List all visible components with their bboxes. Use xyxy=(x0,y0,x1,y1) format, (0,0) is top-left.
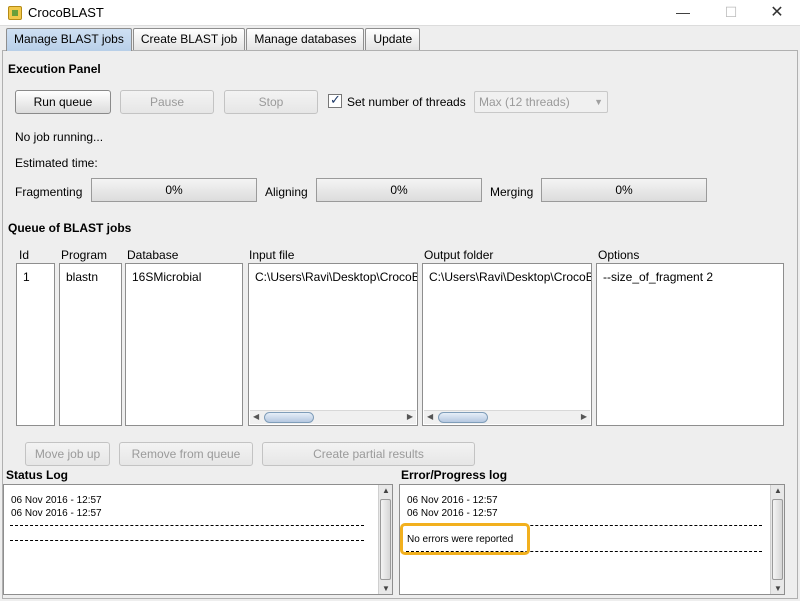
database-list[interactable]: 16SMicrobial xyxy=(125,263,243,426)
list-item-output-folder[interactable]: C:\Users\Ravi\Desktop\CrocoBLA xyxy=(429,270,591,284)
output-folder-list[interactable]: C:\Users\Ravi\Desktop\CrocoBLA ◀ ▶ xyxy=(422,263,592,426)
job-status-text: No job running... xyxy=(15,130,104,144)
execution-panel-heading: Execution Panel xyxy=(8,62,101,76)
highlight-annotation xyxy=(400,523,530,555)
merging-label: Merging xyxy=(490,185,534,199)
scroll-down-icon[interactable]: ▼ xyxy=(774,584,782,593)
output-folder-horizontal-scrollbar[interactable]: ◀ ▶ xyxy=(424,410,590,424)
scroll-left-icon[interactable]: ◀ xyxy=(253,412,259,421)
list-item-options[interactable]: --size_of_fragment 2 xyxy=(603,270,713,284)
aligning-progress-bar: 0% xyxy=(316,178,482,202)
tab-manage-databases[interactable]: Manage databases xyxy=(246,28,365,50)
threads-select-value: Max (12 threads) xyxy=(479,95,570,109)
crocoblast-app-icon xyxy=(8,6,22,20)
status-log-line: 06 Nov 2016 - 12:57 xyxy=(11,508,102,519)
minimize-button[interactable]: — xyxy=(660,0,706,26)
tab-manage-blast-jobs[interactable]: Manage BLAST jobs xyxy=(6,28,132,51)
scrollbar-thumb[interactable] xyxy=(438,412,488,423)
scrollbar-thumb[interactable] xyxy=(772,499,783,580)
scroll-right-icon[interactable]: ▶ xyxy=(581,412,587,421)
scrollbar-thumb[interactable] xyxy=(380,499,391,580)
list-item-database[interactable]: 16SMicrobial xyxy=(132,270,201,284)
list-item-input-file[interactable]: C:\Users\Ravi\Desktop\CrocoBLA xyxy=(255,270,417,284)
remove-from-queue-button[interactable]: Remove from queue xyxy=(119,442,253,466)
aligning-label: Aligning xyxy=(265,185,308,199)
pause-button[interactable]: Pause xyxy=(120,90,214,114)
column-header-program: Program xyxy=(61,248,108,262)
status-log-line: 06 Nov 2016 - 12:57 xyxy=(11,495,102,506)
run-queue-button[interactable]: Run queue xyxy=(15,90,111,114)
scrollbar-thumb[interactable] xyxy=(264,412,314,423)
error-log-line: 06 Nov 2016 - 12:57 xyxy=(407,495,498,506)
merging-progress-bar: 0% xyxy=(541,178,707,202)
threads-label: Set number of threads xyxy=(347,95,466,109)
tab-create-blast-job[interactable]: Create BLAST job xyxy=(132,28,246,50)
input-file-list[interactable]: C:\Users\Ravi\Desktop\CrocoBLA ◀ ▶ xyxy=(248,263,418,426)
status-log-vertical-scrollbar[interactable]: ▲ ▼ xyxy=(378,485,392,594)
threads-checkbox[interactable] xyxy=(328,92,342,108)
scroll-down-icon[interactable]: ▼ xyxy=(382,584,390,593)
separator xyxy=(10,525,364,526)
window-title: CrocoBLAST xyxy=(28,5,104,20)
fragmenting-label: Fragmenting xyxy=(15,185,83,199)
error-log-vertical-scrollbar[interactable]: ▲ ▼ xyxy=(770,485,784,594)
tab-bar: Manage BLAST jobs Create BLAST job Manag… xyxy=(6,28,421,51)
program-list[interactable]: blastn xyxy=(59,263,122,426)
scroll-right-icon[interactable]: ▶ xyxy=(407,412,413,421)
scroll-up-icon[interactable]: ▲ xyxy=(774,486,782,495)
options-list[interactable]: --size_of_fragment 2 xyxy=(596,263,784,426)
threads-select[interactable]: Max (12 threads) ▼ xyxy=(474,91,608,113)
status-log-heading: Status Log xyxy=(6,468,68,482)
scroll-left-icon[interactable]: ◀ xyxy=(427,412,433,421)
column-header-output-folder: Output folder xyxy=(424,248,494,262)
title-bar: CrocoBLAST — ☐ ✕ xyxy=(0,0,800,26)
fragmenting-progress-bar: 0% xyxy=(91,178,257,202)
list-item-program[interactable]: blastn xyxy=(66,270,98,284)
id-list[interactable]: 1 xyxy=(16,263,55,426)
queue-heading: Queue of BLAST jobs xyxy=(8,221,132,235)
column-header-options: Options xyxy=(598,248,640,262)
chevron-down-icon: ▼ xyxy=(594,97,603,107)
column-header-database: Database xyxy=(127,248,179,262)
error-log-line: 06 Nov 2016 - 12:57 xyxy=(407,508,498,519)
scroll-up-icon[interactable]: ▲ xyxy=(382,486,390,495)
estimated-time-label: Estimated time: xyxy=(15,156,98,170)
move-job-up-button[interactable]: Move job up xyxy=(25,442,110,466)
tab-update[interactable]: Update xyxy=(365,28,421,50)
list-item-id[interactable]: 1 xyxy=(23,270,30,284)
close-button[interactable]: ✕ xyxy=(754,0,800,26)
error-log-heading: Error/Progress log xyxy=(401,468,508,482)
input-file-horizontal-scrollbar[interactable]: ◀ ▶ xyxy=(250,410,416,424)
separator xyxy=(10,540,364,541)
column-header-input-file: Input file xyxy=(249,248,295,262)
create-partial-results-button[interactable]: Create partial results xyxy=(262,442,475,466)
status-log-textarea[interactable]: 06 Nov 2016 - 12:57 06 Nov 2016 - 12:57 … xyxy=(3,484,393,595)
column-header-id: Id xyxy=(19,248,30,262)
stop-button[interactable]: Stop xyxy=(224,90,318,114)
maximize-button[interactable]: ☐ xyxy=(708,0,754,26)
